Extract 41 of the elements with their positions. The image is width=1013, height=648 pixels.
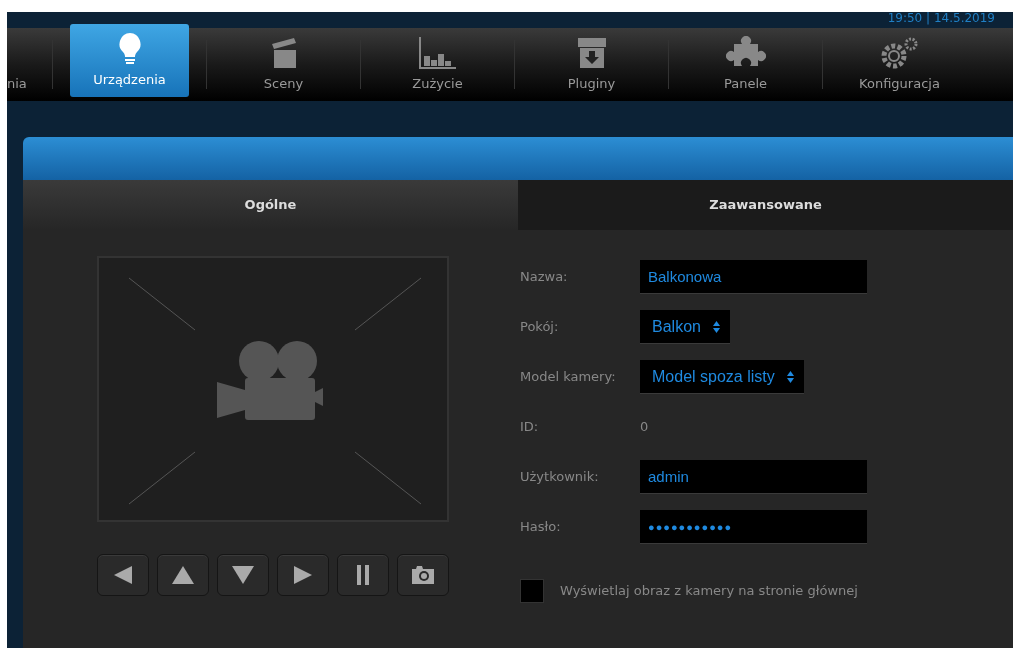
right-arrow-icon: [292, 564, 314, 586]
nav-tab[interactable]: Urządzenia: [70, 24, 189, 97]
nav-tab[interactable]: Pluginy: [515, 28, 668, 101]
field-label: Nazwa:: [520, 268, 569, 287]
up-arrow-icon: [172, 564, 194, 586]
id-value: 0: [640, 418, 649, 437]
nav-tab[interactable]: Zużycie: [361, 28, 514, 101]
select-dropdown[interactable]: Model spoza listy: [640, 360, 804, 394]
nav-tab[interactable]: Panele: [669, 28, 822, 101]
password-field[interactable]: ●●●●●●●●●●●: [640, 510, 867, 544]
input-field[interactable]: admin: [640, 460, 867, 494]
video-camera-icon: [217, 341, 323, 420]
input-field[interactable]: Balkonowa: [640, 260, 867, 294]
pause-button[interactable]: [337, 554, 389, 596]
field-label: Użytkownik:: [520, 468, 600, 487]
bar-chart-icon: [417, 35, 458, 70]
left-arrow-icon: [112, 564, 134, 586]
nav-tab[interactable]: Konfiguracja: [823, 28, 976, 101]
nav-tab[interactable]: Sceny: [207, 28, 360, 101]
clock-text: 19:50 | 14.5.2019: [886, 12, 996, 27]
gears-icon: [879, 35, 920, 70]
field-label: Pokój:: [520, 318, 560, 337]
down-arrow-icon: [232, 564, 254, 586]
up-arrow-button[interactable]: [157, 554, 209, 596]
field-label: Hasło:: [520, 518, 562, 537]
sort-arrows-icon: [712, 320, 720, 333]
down-arrow-button[interactable]: [217, 554, 269, 596]
light-bulb-icon: [117, 31, 142, 66]
camera-button[interactable]: [397, 554, 449, 596]
select-dropdown[interactable]: Balkon: [640, 310, 730, 344]
checkbox-label: Wyświetlaj obraz z kamery na stronie głównej: [560, 582, 858, 601]
camera-icon: [412, 564, 434, 586]
sort-arrows-icon: [786, 370, 794, 383]
field-label: Model kamery:: [520, 368, 617, 387]
download-box-icon: [576, 35, 607, 70]
field-label: ID:: [520, 418, 540, 437]
right-arrow-button[interactable]: [277, 554, 329, 596]
left-arrow-button[interactable]: [97, 554, 149, 596]
checkbox[interactable]: [520, 579, 544, 603]
tab[interactable]: Zaawansowane: [518, 180, 1013, 230]
nav-tab[interactable]: nia: [7, 28, 52, 101]
